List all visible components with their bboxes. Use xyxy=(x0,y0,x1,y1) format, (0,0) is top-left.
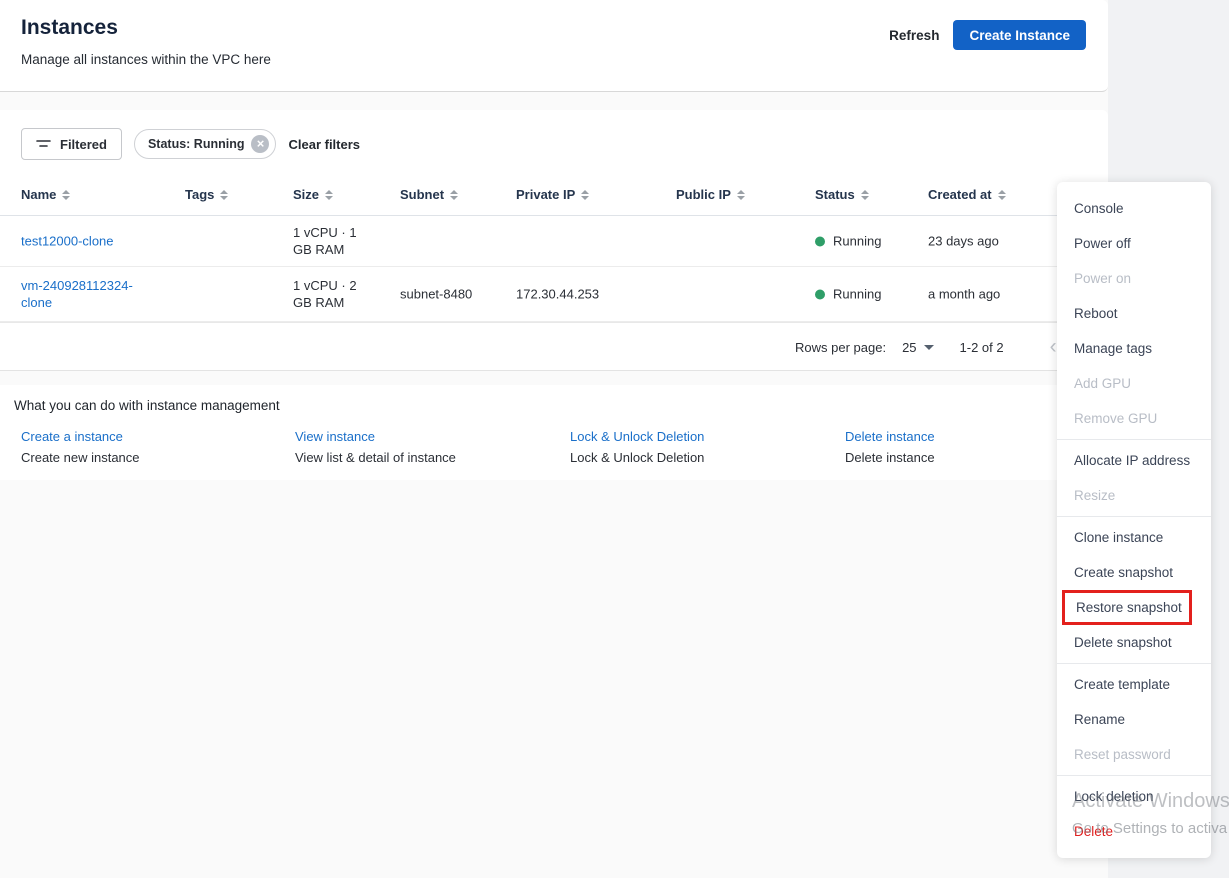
view-instance-link[interactable]: View instance xyxy=(295,429,375,444)
sort-icon xyxy=(737,190,745,200)
menu-item-power-off[interactable]: Power off xyxy=(1057,226,1211,261)
refresh-button[interactable]: Refresh xyxy=(889,28,939,43)
instance-name-link[interactable]: vm-240928112324-clone xyxy=(21,278,133,310)
menu-item-delete[interactable]: Delete xyxy=(1057,814,1211,849)
menu-item-reboot[interactable]: Reboot xyxy=(1057,296,1211,331)
menu-divider xyxy=(1057,439,1211,440)
instance-status: Running xyxy=(815,286,881,303)
rows-per-page-select[interactable]: 25 xyxy=(902,340,933,355)
menu-item-delete-snapshot[interactable]: Delete snapshot xyxy=(1057,625,1211,660)
sort-icon xyxy=(450,190,458,200)
instance-size: 1 vCPU · 2GB RAM xyxy=(293,277,377,311)
help-item-delete-instance: Delete instance Delete instance xyxy=(845,429,935,465)
menu-divider xyxy=(1057,775,1211,776)
sort-icon xyxy=(62,190,70,200)
instance-subnet: subnet-8480 xyxy=(400,286,472,303)
column-header-name[interactable]: Name xyxy=(21,187,70,202)
menu-item-clone-instance[interactable]: Clone instance xyxy=(1057,520,1211,555)
page-header: Instances Manage all instances within th… xyxy=(0,0,1108,92)
column-header-subnet[interactable]: Subnet xyxy=(400,187,458,202)
menu-item-create-template[interactable]: Create template xyxy=(1057,667,1211,702)
menu-item-allocate-ip-address[interactable]: Allocate IP address xyxy=(1057,443,1211,478)
filtered-button[interactable]: Filtered xyxy=(21,128,122,160)
instances-panel: Filtered Status: Running × Clear filters… xyxy=(0,110,1108,371)
instance-created-at: a month ago xyxy=(928,286,1000,303)
column-header-size[interactable]: Size xyxy=(293,187,333,202)
table-row: vm-240928112324-clone 1 vCPU · 2GB RAM s… xyxy=(0,267,1108,322)
menu-item-create-snapshot[interactable]: Create snapshot xyxy=(1057,555,1211,590)
menu-item-lock-deletion[interactable]: Lock deletion xyxy=(1057,779,1211,814)
sort-icon xyxy=(998,190,1006,200)
header-actions: Refresh Create Instance xyxy=(889,20,1086,50)
menu-item-rename[interactable]: Rename xyxy=(1057,702,1211,737)
sort-icon xyxy=(861,190,869,200)
menu-divider xyxy=(1057,516,1211,517)
filter-icon xyxy=(36,138,51,150)
rows-per-page-label: Rows per page: xyxy=(795,340,886,355)
instance-name-link[interactable]: test12000-clone xyxy=(21,234,114,249)
instance-status: Running xyxy=(815,233,881,250)
status-filter-chip[interactable]: Status: Running × xyxy=(134,129,277,159)
menu-item-console[interactable]: Console xyxy=(1057,191,1211,226)
filtered-label: Filtered xyxy=(60,137,107,152)
menu-item-reset-password: Reset password xyxy=(1057,737,1211,772)
page-subtitle: Manage all instances within the VPC here xyxy=(21,52,271,67)
help-item-create-instance: Create a instance Create new instance xyxy=(21,429,140,465)
create-a-instance-link[interactable]: Create a instance xyxy=(21,429,123,444)
column-header-status[interactable]: Status xyxy=(815,187,869,202)
column-header-created-at[interactable]: Created at xyxy=(928,187,1006,202)
menu-item-restore-snapshot[interactable]: Restore snapshot xyxy=(1062,590,1192,625)
column-header-tags[interactable]: Tags xyxy=(185,187,228,202)
delete-instance-link[interactable]: Delete instance xyxy=(845,429,935,444)
instance-actions-menu: Console Power off Power on Reboot Manage… xyxy=(1057,182,1211,858)
help-item-lock-unlock-deletion: Lock & Unlock Deletion Lock & Unlock Del… xyxy=(570,429,704,465)
status-filter-chip-label: Status: Running xyxy=(148,137,245,151)
create-instance-button[interactable]: Create Instance xyxy=(953,20,1086,50)
lock-unlock-deletion-link[interactable]: Lock & Unlock Deletion xyxy=(570,429,704,444)
help-item-description: View list & detail of instance xyxy=(295,450,456,465)
help-panel: What you can do with instance management… xyxy=(0,385,1108,480)
previous-page-icon[interactable]: ‹ xyxy=(1050,337,1057,357)
filter-bar: Filtered Status: Running × Clear filters xyxy=(21,128,360,160)
help-heading: What you can do with instance management xyxy=(14,398,280,413)
instance-size: 1 vCPU · 1GB RAM xyxy=(293,224,377,258)
pagination-range: 1-2 of 2 xyxy=(960,340,1004,355)
help-item-description: Create new instance xyxy=(21,450,140,465)
column-header-public-ip[interactable]: Public IP xyxy=(676,187,745,202)
menu-item-manage-tags[interactable]: Manage tags xyxy=(1057,331,1211,366)
menu-item-remove-gpu: Remove GPU xyxy=(1057,401,1211,436)
help-item-description: Delete instance xyxy=(845,450,935,465)
remove-filter-icon[interactable]: × xyxy=(251,135,269,153)
sort-icon xyxy=(581,190,589,200)
instance-private-ip: 172.30.44.253 xyxy=(516,286,599,303)
pagination-bar: Rows per page: 25 1-2 of 2 ‹ xyxy=(0,322,1108,371)
table-header-row: Name Tags Size Subnet Private IP Public … xyxy=(0,180,1108,216)
page-title: Instances xyxy=(21,16,118,40)
caret-down-icon xyxy=(924,345,934,350)
sort-icon xyxy=(325,190,333,200)
clear-filters-button[interactable]: Clear filters xyxy=(288,137,360,152)
status-dot-icon xyxy=(815,289,825,299)
help-item-view-instance: View instance View list & detail of inst… xyxy=(295,429,456,465)
sort-icon xyxy=(220,190,228,200)
menu-item-resize: Resize xyxy=(1057,478,1211,513)
menu-divider xyxy=(1057,663,1211,664)
menu-item-power-on: Power on xyxy=(1057,261,1211,296)
instance-created-at: 23 days ago xyxy=(928,233,999,250)
table-row: test12000-clone 1 vCPU · 1GB RAM Running… xyxy=(0,216,1108,267)
column-header-private-ip[interactable]: Private IP xyxy=(516,187,589,202)
status-dot-icon xyxy=(815,236,825,246)
help-item-description: Lock & Unlock Deletion xyxy=(570,450,704,465)
menu-item-add-gpu: Add GPU xyxy=(1057,366,1211,401)
